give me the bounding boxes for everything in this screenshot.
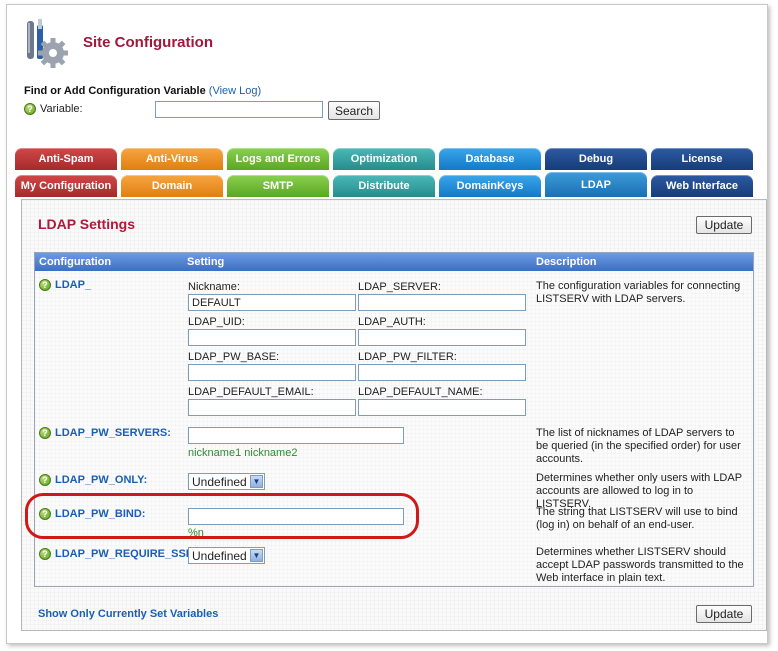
panel-title: LDAP Settings xyxy=(38,216,135,232)
variable-name[interactable]: LDAP_PW_BIND: xyxy=(55,508,145,520)
variable-search-input[interactable] xyxy=(155,101,323,118)
header-description: Description xyxy=(536,256,597,268)
pw-only-select[interactable]: Undefined ▼ xyxy=(188,473,265,490)
table-row-pw-require-ssl-name: ? LDAP_PW_REQUIRE_SSL: xyxy=(39,548,196,560)
pw-servers-description: The list of nicknames of LDAP servers to… xyxy=(536,427,741,465)
pw-servers-input[interactable] xyxy=(188,427,404,444)
tab-anti-spam[interactable]: Anti-Spam xyxy=(15,148,117,170)
pw-require-ssl-select[interactable]: Undefined ▼ xyxy=(188,547,265,564)
variable-name[interactable]: LDAP_PW_SERVERS: xyxy=(55,427,171,439)
nickname-label: Nickname: xyxy=(188,281,240,293)
settings-table: Configuration Setting Description ? LDAP… xyxy=(34,252,754,587)
table-row-pw-bind-name: ? LDAP_PW_BIND: xyxy=(39,508,145,520)
ldap-auth-input[interactable] xyxy=(358,329,526,346)
variable-label: Variable: xyxy=(40,103,83,115)
table-row-ldap-name: ? LDAP_ xyxy=(39,279,91,291)
page-frame: Site Configuration Find or Add Configura… xyxy=(6,4,768,644)
tab-database[interactable]: Database xyxy=(439,148,541,170)
help-icon[interactable]: ? xyxy=(39,279,51,291)
ldap-description: The configuration variables for connecti… xyxy=(536,280,741,305)
help-icon[interactable]: ? xyxy=(39,508,51,520)
tab-row-2: My Configuration Domain SMTP Distribute … xyxy=(15,172,753,197)
tab-license[interactable]: License xyxy=(651,148,753,170)
tab-my-configuration[interactable]: My Configuration xyxy=(15,175,117,197)
ldap-default-email-label: LDAP_DEFAULT_EMAIL: xyxy=(188,386,314,398)
find-variable-heading: Find or Add Configuration Variable (View… xyxy=(24,85,261,97)
view-log-link[interactable]: (View Log) xyxy=(209,85,261,97)
variable-name[interactable]: LDAP_PW_ONLY: xyxy=(55,474,147,486)
tools-gear-icon xyxy=(27,19,68,68)
table-header: Configuration Setting Description xyxy=(35,253,753,271)
variable-name[interactable]: LDAP_PW_REQUIRE_SSL: xyxy=(55,548,196,560)
pw-require-ssl-value: Undefined xyxy=(192,548,247,563)
pw-bind-hint: %n xyxy=(188,527,204,539)
table-row-pw-servers-name: ? LDAP_PW_SERVERS: xyxy=(39,427,171,439)
ldap-uid-input[interactable] xyxy=(188,329,356,346)
ldap-auth-label: LDAP_AUTH: xyxy=(358,316,426,328)
page-title: Site Configuration xyxy=(83,34,213,51)
header-configuration: Configuration xyxy=(39,256,112,268)
ldap-default-name-input[interactable] xyxy=(358,399,526,416)
help-icon[interactable]: ? xyxy=(39,427,51,439)
ldap-uid-label: LDAP_UID: xyxy=(188,316,245,328)
find-label: Find or Add Configuration Variable xyxy=(24,85,206,97)
ldap-server-label: LDAP_SERVER: xyxy=(358,281,441,293)
tab-domainkeys[interactable]: DomainKeys xyxy=(439,175,541,197)
tab-row-1: Anti-Spam Anti-Virus Logs and Errors Opt… xyxy=(15,148,753,170)
tab-web-interface[interactable]: Web Interface xyxy=(651,175,753,197)
header-setting: Setting xyxy=(187,256,225,268)
update-button-top[interactable]: Update xyxy=(696,216,752,234)
search-button[interactable]: Search xyxy=(328,101,380,120)
help-icon[interactable]: ? xyxy=(24,103,36,115)
table-row-pw-only-name: ? LDAP_PW_ONLY: xyxy=(39,474,147,486)
variable-name[interactable]: LDAP_ xyxy=(55,279,91,291)
tab-optimization[interactable]: Optimization xyxy=(333,148,435,170)
tab-distribute[interactable]: Distribute xyxy=(333,175,435,197)
ldap-pw-base-label: LDAP_PW_BASE: xyxy=(188,351,280,363)
tab-debug[interactable]: Debug xyxy=(545,148,647,170)
tab-logs-and-errors[interactable]: Logs and Errors xyxy=(227,148,329,170)
pw-require-ssl-description: Determines whether LISTSERV should accep… xyxy=(536,546,744,584)
pw-only-value: Undefined xyxy=(192,474,247,489)
pw-bind-input[interactable] xyxy=(188,508,404,525)
tab-smtp[interactable]: SMTP xyxy=(227,175,329,197)
tab-ldap[interactable]: LDAP xyxy=(545,172,647,197)
help-icon[interactable]: ? xyxy=(39,474,51,486)
ldap-pw-base-input[interactable] xyxy=(188,364,356,381)
update-button-bottom[interactable]: Update xyxy=(696,605,752,623)
pw-bind-description: The string that LISTSERV will use to bin… xyxy=(536,506,738,531)
chevron-down-icon[interactable]: ▼ xyxy=(250,549,263,562)
ldap-settings-panel: LDAP Settings Update Configuration Setti… xyxy=(21,199,767,631)
chevron-down-icon[interactable]: ▼ xyxy=(250,475,263,488)
help-icon[interactable]: ? xyxy=(39,548,51,560)
ldap-default-name-label: LDAP_DEFAULT_NAME: xyxy=(358,386,483,398)
ldap-default-email-input[interactable] xyxy=(188,399,356,416)
pw-servers-hint: nickname1 nickname2 xyxy=(188,447,298,459)
nickname-input[interactable] xyxy=(188,294,356,311)
tab-domain[interactable]: Domain xyxy=(121,175,223,197)
ldap-server-input[interactable] xyxy=(358,294,526,311)
ldap-pw-filter-input[interactable] xyxy=(358,364,526,381)
tab-anti-virus[interactable]: Anti-Virus xyxy=(121,148,223,170)
ldap-pw-filter-label: LDAP_PW_FILTER: xyxy=(358,351,457,363)
show-set-variables-link[interactable]: Show Only Currently Set Variables xyxy=(38,608,218,620)
variable-row: ? Variable: xyxy=(24,103,83,115)
